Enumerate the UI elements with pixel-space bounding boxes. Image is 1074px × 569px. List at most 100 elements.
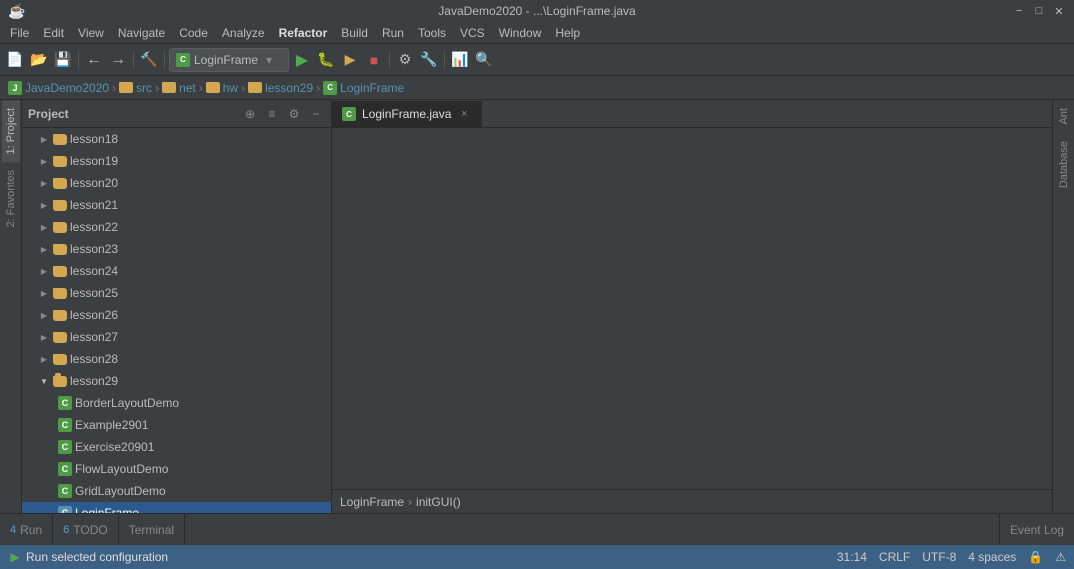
tree-lesson22[interactable]: ▶ lesson22 (22, 216, 331, 238)
tree-lesson20[interactable]: ▶ lesson20 (22, 172, 331, 194)
window-controls: − □ ✕ (1012, 4, 1066, 18)
status-lock[interactable]: 🔒 (1028, 550, 1043, 564)
tree-item-label: lesson19 (70, 154, 118, 168)
editor-tab-loginframe[interactable]: C LoginFrame.java × (332, 101, 482, 127)
breadcrumb-sep-3: › (199, 81, 203, 95)
status-indent[interactable]: 4 spaces (968, 550, 1016, 564)
menu-vcs[interactable]: VCS (454, 24, 491, 42)
toolbar-sep-1 (78, 51, 79, 69)
menu-view[interactable]: View (72, 24, 110, 42)
toolbar-save[interactable]: 💾 (52, 49, 74, 71)
status-line-ending[interactable]: CRLF (879, 550, 910, 564)
breadcrumb-hw[interactable]: hw (206, 81, 238, 95)
menu-tools[interactable]: Tools (412, 24, 452, 42)
stop-button[interactable]: ■ (363, 49, 385, 71)
tree-item-label: lesson22 (70, 220, 118, 234)
toolbar-build[interactable]: 🔨 (138, 49, 160, 71)
folder-icon (53, 222, 67, 233)
tree-lesson25[interactable]: ▶ lesson25 (22, 282, 331, 304)
status-position[interactable]: 31:14 (837, 550, 867, 564)
toolbar-git[interactable]: 📊 (449, 49, 471, 71)
breadcrumb-project[interactable]: J JavaDemo2020 (8, 81, 109, 95)
breadcrumb-sep-4: › (241, 81, 245, 95)
tree-lesson28[interactable]: ▶ lesson28 (22, 348, 331, 370)
tree-item-label: Exercise20901 (75, 440, 154, 454)
tree-item-label: lesson23 (70, 242, 118, 256)
close-button[interactable]: ✕ (1052, 4, 1066, 18)
tree-lesson18[interactable]: ▶ lesson18 (22, 128, 331, 150)
tree-example2901[interactable]: C Example2901 (22, 414, 331, 436)
folder-icon (119, 82, 133, 93)
run-config-dropdown[interactable]: C LoginFrame ▾ (169, 48, 289, 72)
tree-exercise20901[interactable]: C Exercise20901 (22, 436, 331, 458)
tree-item-label: BorderLayoutDemo (75, 396, 179, 410)
panel-add-btn[interactable]: ⊕ (241, 105, 259, 123)
menu-file[interactable]: File (4, 24, 35, 42)
sidebar-item-favorites-tab[interactable]: 2: Favorites (2, 162, 20, 235)
menu-edit[interactable]: Edit (37, 24, 70, 42)
menu-navigate[interactable]: Navigate (112, 24, 171, 42)
breadcrumb-loginframe[interactable]: C LoginFrame (323, 81, 404, 95)
event-log-label: Event Log (1010, 523, 1064, 537)
status-encoding[interactable]: UTF-8 (922, 550, 956, 564)
run-button[interactable]: ▶ (291, 49, 313, 71)
menu-help[interactable]: Help (549, 24, 586, 42)
menu-refactor[interactable]: Refactor (273, 24, 334, 42)
editor-wrapper: C LoginFrame.java × 23 24 25 26 27 28 29… (332, 100, 1052, 513)
toolbar-extra1[interactable]: ⚙ (394, 49, 416, 71)
tree-lesson26[interactable]: ▶ lesson26 (22, 304, 331, 326)
breadcrumb-net[interactable]: net (162, 81, 196, 95)
panel-minimize-btn[interactable]: − (307, 105, 325, 123)
tree-lesson24[interactable]: ▶ lesson24 (22, 260, 331, 282)
menu-build[interactable]: Build (335, 24, 374, 42)
toolbar: 📄 📂 💾 ← → 🔨 C LoginFrame ▾ ▶ 🐛 ▶ ■ ⚙ 🔧 📊… (0, 44, 1074, 76)
menu-code[interactable]: Code (173, 24, 214, 42)
bottom-tab-terminal[interactable]: Terminal (119, 514, 185, 546)
tree-lesson29[interactable]: ▼ lesson29 (22, 370, 331, 392)
toolbar-new[interactable]: 📄 (4, 49, 26, 71)
menu-analyze[interactable]: Analyze (216, 24, 271, 42)
menu-run[interactable]: Run (376, 24, 410, 42)
debug-button[interactable]: 🐛 (315, 49, 337, 71)
bottom-tab-todo[interactable]: 6 TODO (53, 514, 119, 546)
tree-arrow: ▶ (38, 199, 50, 211)
minimize-button[interactable]: − (1012, 4, 1026, 18)
breadcrumb-method[interactable]: initGUI() (416, 495, 461, 509)
sidebar-item-project-tab[interactable]: 1: Project (2, 100, 20, 162)
toolbar-open[interactable]: 📂 (28, 49, 50, 71)
class-icon: C (58, 484, 72, 498)
bottom-tab-run[interactable]: 4 Run (0, 514, 53, 546)
toolbar-back[interactable]: ← (83, 49, 105, 71)
toolbar-forward[interactable]: → (107, 49, 129, 71)
project-tree: ▶ lesson18 ▶ lesson19 ▶ lesson20 ▶ lesso… (22, 128, 331, 513)
tree-lesson27[interactable]: ▶ lesson27 (22, 326, 331, 348)
breadcrumb-lesson29[interactable]: lesson29 (248, 81, 313, 95)
terminal-tab-label: Terminal (129, 523, 174, 537)
panel-collapse-btn[interactable]: ≡ (263, 105, 281, 123)
maximize-button[interactable]: □ (1032, 4, 1046, 18)
tree-flowlayout[interactable]: C FlowLayoutDemo (22, 458, 331, 480)
run-with-coverage[interactable]: ▶ (339, 49, 361, 71)
event-log-tab[interactable]: Event Log (999, 514, 1074, 546)
tree-borderlayout[interactable]: C BorderLayoutDemo (22, 392, 331, 414)
menu-window[interactable]: Window (493, 24, 548, 42)
folder-icon (53, 288, 67, 299)
tree-item-label: lesson26 (70, 308, 118, 322)
toolbar-extra2[interactable]: 🔧 (418, 49, 440, 71)
tree-gridlayout[interactable]: C GridLayoutDemo (22, 480, 331, 502)
tree-lesson23[interactable]: ▶ lesson23 (22, 238, 331, 260)
sidebar-item-database-tab[interactable]: Database (1055, 133, 1073, 196)
sidebar-item-ant-tab[interactable]: Ant (1055, 100, 1073, 133)
breadcrumb-class[interactable]: LoginFrame (340, 495, 404, 509)
tab-close-button[interactable]: × (457, 107, 471, 121)
breadcrumb-src[interactable]: src (119, 81, 152, 95)
tree-loginframe[interactable]: C LoginFrame (22, 502, 331, 513)
folder-icon (53, 134, 67, 145)
class-icon: C (323, 81, 337, 95)
panel-settings-btn[interactable]: ⚙ (285, 105, 303, 123)
toolbar-search[interactable]: 🔍 (473, 49, 495, 71)
folder-icon (53, 266, 67, 277)
tree-item-label: lesson18 (70, 132, 118, 146)
tree-lesson21[interactable]: ▶ lesson21 (22, 194, 331, 216)
tree-lesson19[interactable]: ▶ lesson19 (22, 150, 331, 172)
